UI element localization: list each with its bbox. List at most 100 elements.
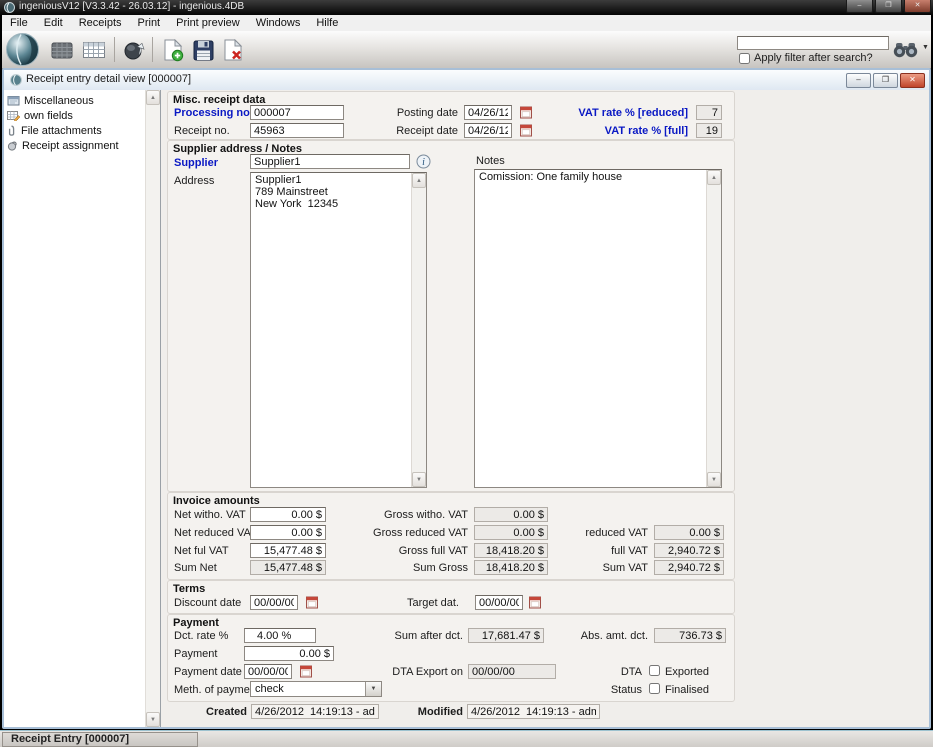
notes-textarea[interactable]: [475, 170, 706, 487]
payment-date-field[interactable]: [244, 664, 292, 679]
arrow-down-icon: ▼: [711, 477, 717, 483]
abs-amt-dct-field[interactable]: [654, 628, 726, 643]
receipt-no-field[interactable]: [250, 123, 344, 138]
assignment-clip-icon: [7, 140, 18, 151]
notes-scrollbar[interactable]: ▲ ▼: [706, 170, 721, 487]
receipt-detail-window: Receipt entry detail view [000007] – ❐ ✕…: [2, 68, 931, 729]
net-full-vat-label: Net ful VAT: [174, 545, 229, 558]
supplier-info-button[interactable]: i: [416, 154, 431, 169]
discount-date-field[interactable]: [250, 595, 298, 610]
menu-item-print[interactable]: Print: [130, 17, 169, 29]
vat-full-field[interactable]: [696, 123, 722, 138]
menu-item-receipts[interactable]: Receipts: [71, 17, 130, 29]
address-scrollbar[interactable]: ▲ ▼: [411, 173, 426, 487]
processing-no-field[interactable]: [250, 105, 344, 120]
scroll-down-button[interactable]: ▼: [707, 472, 721, 487]
search-input[interactable]: [737, 36, 889, 50]
custom-fields-icon: [7, 110, 20, 121]
calendar-icon[interactable]: [529, 595, 542, 609]
menu-item-windows[interactable]: Windows: [248, 17, 309, 29]
scroll-down-button[interactable]: ▼: [412, 472, 426, 487]
child-maximize-button[interactable]: ❐: [873, 73, 898, 88]
close-icon: ✕: [909, 75, 916, 84]
receipt-date-label: Receipt date: [368, 125, 458, 138]
save-record-button[interactable]: [189, 36, 217, 64]
net-reduced-vat-field[interactable]: [250, 525, 326, 540]
status-label: Status: [548, 684, 642, 697]
scroll-up-button[interactable]: ▲: [412, 173, 426, 188]
menu-item-print-preview[interactable]: Print preview: [168, 17, 248, 29]
calendar-icon[interactable]: [300, 664, 313, 678]
section-title: Invoice amounts: [173, 495, 260, 507]
gross-witho-vat-field[interactable]: [474, 507, 548, 522]
posting-date-label: Posting date: [368, 107, 458, 120]
menu-item-file[interactable]: File: [2, 17, 36, 29]
sidebar-item-own-fields[interactable]: own fields: [7, 108, 142, 123]
menu-item-hilfe[interactable]: Hilfe: [308, 17, 346, 29]
toolbar-separator: [114, 37, 115, 62]
supplier-field[interactable]: [250, 154, 410, 169]
section-supplier-notes: Supplier address / Notes Supplier i Addr…: [167, 140, 735, 492]
scroll-up-button[interactable]: ▲: [146, 90, 160, 105]
reduced-vat-field[interactable]: [654, 525, 724, 540]
child-minimize-button[interactable]: –: [846, 73, 871, 88]
scroll-up-button[interactable]: ▲: [707, 170, 721, 185]
sidebar-item-label: own fields: [24, 110, 73, 122]
target-date-field[interactable]: [475, 595, 523, 610]
close-button[interactable]: ✕: [904, 0, 931, 13]
sum-net-field[interactable]: [250, 560, 326, 575]
vat-full-label: VAT rate % [full]: [498, 125, 688, 138]
processing-no-label: Processing no.: [174, 107, 253, 120]
search-options-dropdown[interactable]: ▼: [922, 44, 929, 51]
scroll-down-button[interactable]: ▼: [146, 712, 160, 727]
net-witho-vat-field[interactable]: [250, 507, 326, 522]
apply-filter-label: Apply filter after search?: [754, 52, 873, 65]
minimize-icon: –: [858, 2, 862, 9]
net-full-vat-field[interactable]: [250, 543, 326, 558]
sidebar-item-label: Receipt assignment: [22, 140, 119, 152]
maximize-icon: ❐: [882, 75, 889, 84]
sidebar-item-label: Miscellaneous: [24, 95, 94, 107]
delete-record-button[interactable]: [219, 36, 247, 64]
refresh-button[interactable]: [120, 36, 148, 64]
vat-reduced-field[interactable]: [696, 105, 722, 120]
receipt-form: Misc. receipt data Processing no. Postin…: [161, 90, 929, 727]
payment-date-label: Payment date: [174, 666, 242, 679]
sidebar-scrollbar[interactable]: ▲ ▼: [145, 90, 160, 727]
dta-export-field[interactable]: [468, 664, 556, 679]
dta-export-label: DTA Export on: [328, 666, 463, 679]
app-window: { "titlebar": { "title": "ingeniousV12 […: [0, 0, 933, 746]
status-cell: Receipt Entry [000007]: [2, 732, 198, 747]
sidebar-item-file-attachments[interactable]: File attachments: [7, 123, 142, 138]
method-of-payment-label: Meth. of payment: [174, 684, 259, 697]
payment-label: Payment: [174, 648, 217, 661]
table-view-button[interactable]: [80, 36, 108, 64]
status-finalised-checkbox[interactable]: [649, 683, 660, 694]
calendar-icon[interactable]: [306, 595, 319, 609]
search-button[interactable]: [890, 38, 920, 60]
menu-item-edit[interactable]: Edit: [36, 17, 71, 29]
apply-filter-checkbox[interactable]: [739, 53, 750, 64]
table-view-icon: [83, 42, 105, 58]
sidebar-item-receipt-assignment[interactable]: Receipt assignment: [7, 138, 142, 153]
vat-reduced-label: VAT rate % [reduced]: [498, 107, 688, 120]
dct-rate-label: Dct. rate %: [174, 630, 228, 643]
address-textarea[interactable]: [251, 173, 411, 487]
dct-rate-field[interactable]: [244, 628, 316, 643]
list-view-button[interactable]: [48, 36, 76, 64]
window-title: ingeniousV12 [V3.3.42 - 26.03.12] - inge…: [19, 1, 244, 12]
maximize-button[interactable]: ❐: [875, 0, 902, 13]
full-vat-field[interactable]: [654, 543, 724, 558]
sidebar-item-miscellaneous[interactable]: Miscellaneous: [7, 93, 142, 108]
method-of-payment-select[interactable]: check ▼: [250, 681, 382, 697]
dta-exported-checkbox[interactable]: [649, 665, 660, 676]
minimize-button[interactable]: –: [846, 0, 873, 13]
titlebar: ingeniousV12 [V3.3.42 - 26.03.12] - inge…: [0, 0, 933, 15]
sum-vat-field[interactable]: [654, 560, 724, 575]
new-record-button[interactable]: [159, 36, 187, 64]
child-close-button[interactable]: ✕: [900, 73, 925, 88]
new-record-icon: [163, 39, 184, 62]
section-invoice-amounts: Invoice amounts Net witho. VAT Gross wit…: [167, 492, 735, 580]
payment-field[interactable]: [244, 646, 334, 661]
section-title: Payment: [173, 617, 219, 629]
